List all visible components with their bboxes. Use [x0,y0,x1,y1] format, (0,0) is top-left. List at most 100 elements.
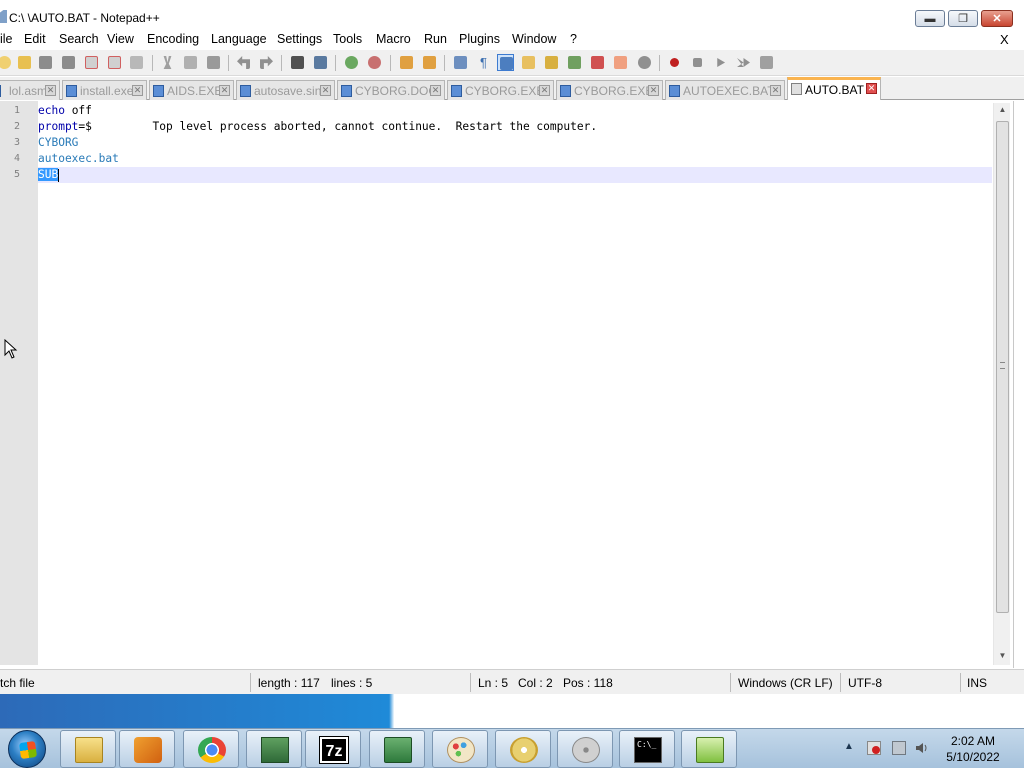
save-icon[interactable] [37,54,54,71]
menu-language[interactable]: Language [211,32,267,46]
taskbar-network-card[interactable] [246,730,302,768]
code-line-5[interactable]: SUB [38,168,60,182]
taskbar-paint[interactable] [432,730,488,768]
start-button[interactable] [8,730,46,768]
close-document-button[interactable]: X [1000,32,1009,47]
save-all-icon[interactable] [60,54,77,71]
sync-vertical-icon[interactable] [398,54,415,71]
save-macro-icon[interactable] [758,54,775,71]
menu-run[interactable]: Run [424,32,447,46]
function-list-icon[interactable] [566,54,583,71]
scrollbar-thumb[interactable] [996,121,1009,613]
close-all-icon[interactable] [106,54,123,71]
window-border [1013,101,1024,668]
tab-autoexec-bat[interactable]: AUTOEXEC.BAT ✕ [665,80,785,100]
code-line-1[interactable]: echo off [38,104,92,117]
tab-close-icon[interactable]: ✕ [430,85,441,96]
redo-icon[interactable] [258,54,275,71]
zoom-out-icon[interactable] [366,54,383,71]
taskbar-dvd[interactable] [495,730,551,768]
scroll-down-arrow-icon[interactable]: ▼ [994,651,1011,665]
menu-plugins[interactable]: Plugins [459,32,500,46]
tab-cyborg-doc[interactable]: CYBORG.DOC ✕ [337,80,445,100]
sync-horizontal-icon[interactable] [421,54,438,71]
tab-close-icon[interactable]: ✕ [132,85,143,96]
tab-close-icon[interactable]: ✕ [219,85,230,96]
taskbar-command-prompt[interactable]: C:\_ [619,730,675,768]
menu-help[interactable]: ? [570,32,577,46]
paste-icon[interactable] [205,54,222,71]
maximize-button[interactable]: ❐ [948,10,978,27]
clock-time[interactable]: 2:02 AM [940,734,1006,748]
taskbar-media-player[interactable] [119,730,175,768]
editor[interactable]: 1 2 3 4 5 echo off prompt=$ Top level pr… [0,101,1024,665]
copy-icon[interactable] [182,54,199,71]
menu-edit[interactable]: Edit [24,32,46,46]
show-all-chars-icon[interactable]: ¶ [475,54,492,71]
tab-cyborg-exe[interactable]: CYBORG.EXE ✕ [447,80,554,100]
monitoring-icon[interactable] [612,54,629,71]
tab-close-icon[interactable]: ✕ [45,85,56,96]
replace-icon[interactable] [312,54,329,71]
menu-settings[interactable]: Settings [277,32,322,46]
open-file-icon[interactable] [16,54,33,71]
menu-search[interactable]: Search [59,32,99,46]
tab-cyborg-exe-2[interactable]: CYBORG.EXE ✕ [556,80,663,100]
taskbar-computer-chip[interactable] [369,730,425,768]
user-language-icon[interactable] [520,54,537,71]
run-macro-multiple-icon[interactable] [735,54,752,71]
new-file-icon[interactable] [0,54,13,71]
minimize-button[interactable]: ▬ [915,10,945,27]
taskbar-7zip[interactable]: 7z [305,730,361,768]
word-wrap-icon[interactable] [452,54,469,71]
menu-view[interactable]: View [107,32,134,46]
zoom-in-icon[interactable] [343,54,360,71]
print-icon[interactable] [128,54,145,71]
find-icon[interactable] [289,54,306,71]
record-macro-button[interactable] [666,54,683,71]
cut-icon[interactable] [159,54,176,71]
tab-install-exe[interactable]: install.exe ✕ [62,80,147,100]
tab-close-icon[interactable]: ✕ [770,85,781,96]
code-line-3[interactable]: CYBORG [38,136,78,149]
record-macro-icon[interactable] [636,54,653,71]
file-icon [451,85,462,97]
stop-macro-icon[interactable] [689,54,706,71]
scroll-up-arrow-icon[interactable]: ▲ [994,105,1011,119]
close-window-button[interactable]: ✕ [981,10,1013,27]
menu-tools[interactable]: Tools [333,32,362,46]
menu-window[interactable]: Window [512,32,556,46]
tab-label: AUTOEXEC.BAT [683,84,775,98]
tab-lol-asm[interactable]: lol.asm ✕ [0,80,60,100]
doc-map-icon[interactable] [543,54,560,71]
menu-file[interactable]: ile [0,32,13,46]
text-caret [58,168,60,182]
tab-close-icon[interactable]: ✕ [648,85,659,96]
vertical-scrollbar[interactable]: ▲ ▼ [993,103,1010,665]
folder-workspace-icon[interactable] [589,54,606,71]
tab-aids-exe[interactable]: AIDS.EXE ✕ [149,80,234,100]
code-line-4[interactable]: autoexec.bat [38,152,119,165]
undo-icon[interactable] [235,54,252,71]
tab-auto-bat[interactable]: AUTO.BAT ✕ [787,77,881,100]
taskbar: 7z C:\_ ▲ 2:02 AM 5/10/2022 [0,728,1024,768]
action-center-icon[interactable] [867,741,881,755]
show-hidden-icons-button[interactable]: ▲ [844,741,854,752]
volume-icon[interactable] [915,741,929,755]
tab-close-icon[interactable]: ✕ [539,85,550,96]
tab-close-icon[interactable]: ✕ [320,85,331,96]
close-icon[interactable] [83,54,100,71]
tab-autosave-sin[interactable]: autosave.sin ✕ [236,80,335,100]
menu-encoding[interactable]: Encoding [147,32,199,46]
tab-close-icon[interactable]: ✕ [866,83,877,94]
clock-date[interactable]: 5/10/2022 [940,750,1006,764]
play-macro-icon[interactable] [712,54,729,71]
menu-macro[interactable]: Macro [376,32,411,46]
network-icon[interactable] [892,741,906,755]
taskbar-notepad-plus-plus[interactable] [681,730,737,768]
taskbar-file-explorer[interactable] [60,730,116,768]
indent-guide-icon[interactable] [497,54,514,71]
taskbar-chrome[interactable] [183,730,239,768]
taskbar-disk-tool[interactable] [557,730,613,768]
code-line-2[interactable]: prompt=$ Top level process aborted, cann… [38,120,597,133]
